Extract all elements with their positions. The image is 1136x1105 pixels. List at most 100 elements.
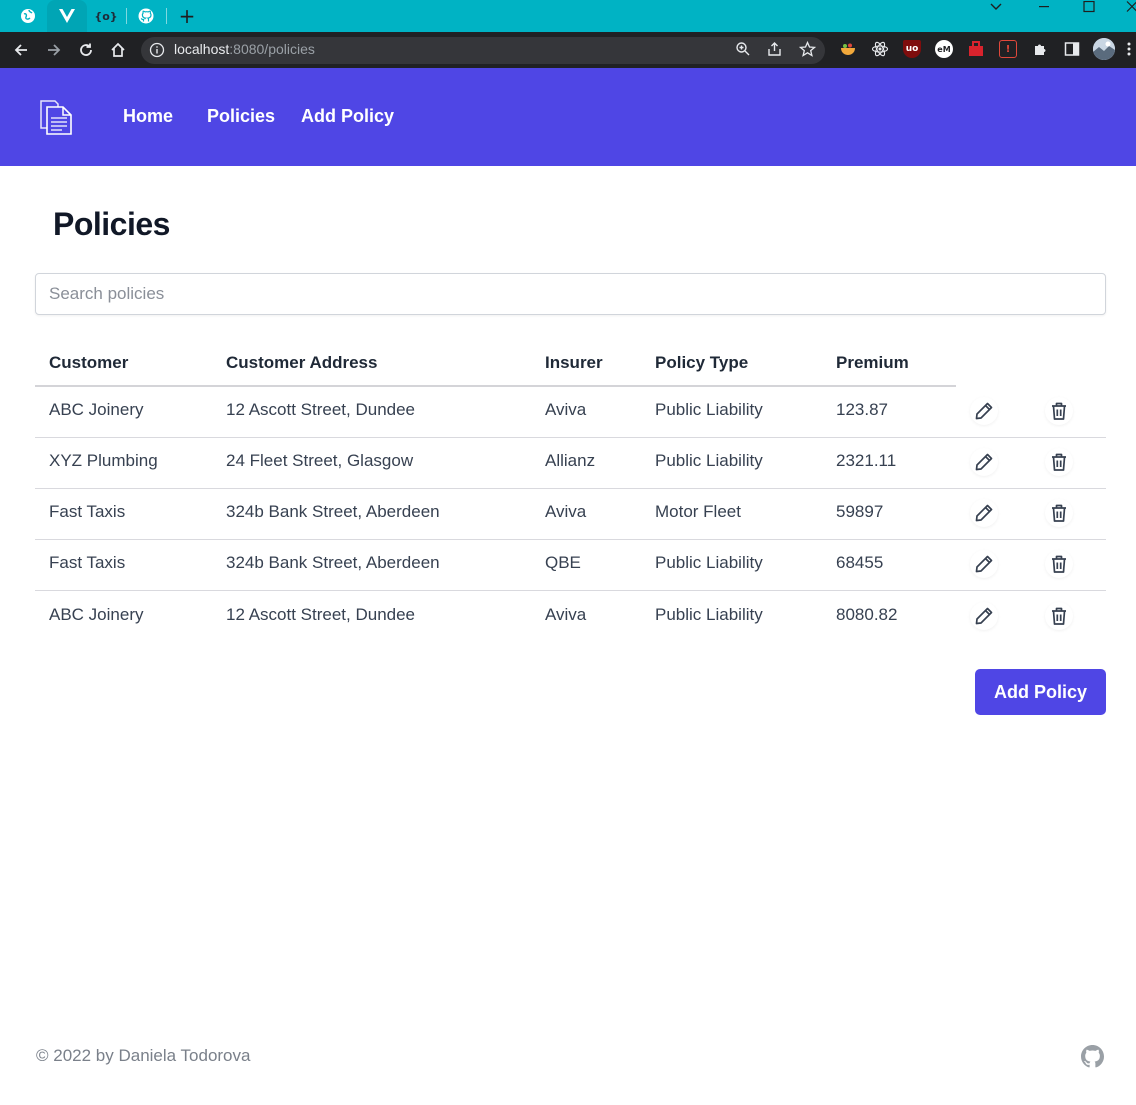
pencil-icon [975, 607, 993, 625]
cell-policy-type: Motor Fleet [655, 502, 741, 521]
minimize-icon [1039, 6, 1049, 8]
cell-insurer: Aviva [545, 605, 587, 624]
cell-address: 12 Ascott Street, Dundee [226, 400, 416, 419]
site-info-icon[interactable] [149, 42, 165, 58]
extension-grammar-icon[interactable]: eM [935, 40, 953, 58]
nav-add-policy-link[interactable]: Add Policy [301, 106, 394, 127]
cell-policy-type: Public Liability [655, 605, 763, 624]
extension-bowl-icon[interactable] [839, 40, 857, 58]
zoom-icon[interactable] [735, 41, 751, 57]
table-row: XYZ Plumbing 24 Fleet Street, Glasgow Al… [35, 438, 1106, 489]
tab-vue[interactable] [47, 0, 87, 32]
cell-address: 324b Bank Street, Aberdeen [226, 553, 440, 572]
new-tab-button[interactable]: + [172, 0, 202, 32]
delete-button[interactable] [1045, 550, 1073, 578]
reload-button[interactable] [74, 38, 98, 62]
url-host: localhost [174, 41, 230, 57]
browser-menu-icon[interactable] [1122, 40, 1136, 58]
table-row: ABC Joinery 12 Ascott Street, Dundee Avi… [35, 592, 1106, 643]
cell-policy-type: Public Liability [655, 451, 763, 470]
cell-insurer: Aviva [545, 502, 587, 521]
row-divider [35, 590, 1106, 591]
cell-premium: 8080.82 [836, 605, 898, 624]
tab-search-button[interactable] [986, 0, 1006, 14]
tab-github[interactable] [128, 0, 164, 32]
cell-address: 24 Fleet Street, Glasgow [226, 451, 414, 470]
delete-button[interactable] [1045, 499, 1073, 527]
url-path: :8080/policies [229, 41, 315, 57]
maximize-button[interactable] [1079, 0, 1099, 14]
tab-separator [166, 8, 167, 24]
trash-icon [1052, 555, 1066, 573]
url-text[interactable]: localhost:8080/policies [174, 41, 315, 57]
delete-button[interactable] [1045, 602, 1073, 630]
app-navbar: Home Policies Add Policy [0, 68, 1136, 166]
cell-customer: ABC Joinery [49, 605, 144, 624]
edit-button[interactable] [970, 499, 998, 527]
pencil-icon [975, 402, 993, 420]
cell-customer: Fast Taxis [49, 553, 126, 572]
arrow-right-icon [48, 44, 61, 56]
tab-globe[interactable] [10, 0, 46, 32]
bookmark-star-icon[interactable] [799, 41, 816, 57]
cell-insurer: Aviva [545, 400, 587, 419]
column-header-insurer: Insurer [545, 353, 603, 372]
maximize-icon [1083, 1, 1095, 13]
chevron-down-icon [990, 3, 1002, 10]
extension-react-devtools-icon[interactable] [871, 40, 889, 58]
table-row: Fast Taxis 324b Bank Street, Aberdeen QB… [35, 540, 1106, 591]
delete-button[interactable] [1045, 448, 1073, 476]
documents-logo-icon[interactable] [38, 98, 76, 136]
reload-icon [80, 43, 92, 56]
edit-button[interactable] [970, 550, 998, 578]
edit-button[interactable] [970, 397, 998, 425]
nav-policies-link[interactable]: Policies [207, 106, 275, 127]
side-panel-icon[interactable] [1063, 40, 1081, 58]
extension-mask-icon[interactable]: ! [999, 40, 1017, 58]
extension-red-tool-icon[interactable] [967, 40, 985, 58]
delete-button[interactable] [1045, 397, 1073, 425]
pencil-icon [975, 453, 993, 471]
arrow-left-icon [14, 44, 27, 56]
close-icon [1126, 1, 1136, 12]
cell-address: 12 Ascott Street, Dundee [226, 605, 416, 624]
cell-customer: ABC Joinery [49, 400, 144, 419]
cell-premium: 123.87 [836, 400, 888, 419]
cell-policy-type: Public Liability [655, 553, 763, 572]
globe-icon [21, 9, 35, 23]
trash-icon [1052, 607, 1066, 625]
cell-insurer: QBE [545, 553, 581, 572]
edit-button[interactable] [970, 448, 998, 476]
extensions-puzzle-icon[interactable] [1031, 40, 1049, 58]
cell-insurer: Allianz [545, 451, 596, 470]
trash-icon [1052, 402, 1066, 420]
nav-home-link[interactable]: Home [123, 106, 173, 127]
trash-icon [1052, 504, 1066, 522]
table-row: Fast Taxis 324b Bank Street, Aberdeen Av… [35, 489, 1106, 540]
tab-separator [126, 8, 127, 24]
cell-policy-type: Public Liability [655, 400, 763, 419]
code-brackets-icon: {o} [94, 9, 118, 23]
github-icon[interactable] [1081, 1045, 1104, 1068]
forward-button[interactable] [42, 38, 66, 62]
cell-premium: 59897 [836, 502, 884, 521]
vue-logo-icon [59, 9, 75, 23]
back-button[interactable] [9, 38, 33, 62]
extension-ublock-icon[interactable]: uo [903, 40, 921, 58]
search-input[interactable] [35, 273, 1106, 315]
profile-avatar[interactable] [1093, 38, 1115, 60]
close-window-button[interactable] [1122, 0, 1136, 14]
home-icon [111, 42, 125, 57]
column-header-customer-address: Customer Address [226, 353, 378, 372]
minimize-button[interactable] [1034, 0, 1054, 14]
column-header-customer: Customer [49, 353, 129, 372]
cell-address: 324b Bank Street, Aberdeen [226, 502, 440, 521]
home-button[interactable] [106, 38, 130, 62]
edit-button[interactable] [970, 602, 998, 630]
add-policy-button[interactable]: Add Policy [975, 669, 1106, 715]
table-row: ABC Joinery 12 Ascott Street, Dundee Avi… [35, 387, 1106, 438]
tab-code[interactable]: {o} [88, 0, 124, 32]
github-icon [138, 8, 154, 24]
cell-customer: XYZ Plumbing [49, 451, 158, 470]
share-icon[interactable] [767, 41, 783, 57]
